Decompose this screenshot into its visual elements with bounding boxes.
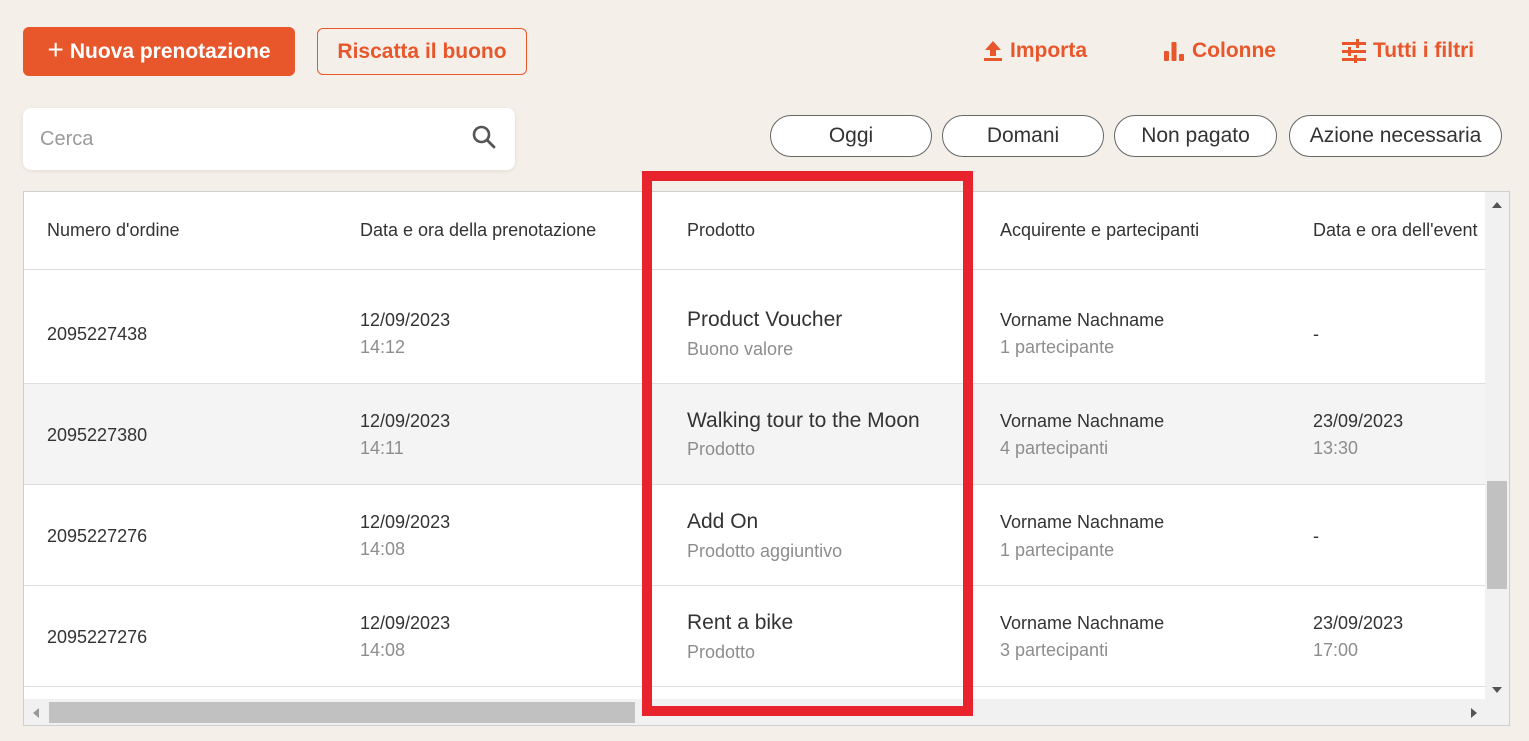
table-header: Numero d'ordine Data e ora della prenota… (24, 192, 1485, 270)
event-date: 23/09/2023 (1313, 411, 1404, 431)
import-button[interactable]: Importa (982, 36, 1087, 66)
booking-time: 14:08 (360, 640, 406, 660)
new-booking-label: Nuova prenotazione (69, 39, 271, 63)
table-row[interactable]: 2095227380 12/09/2023 14:11 Walking tour… (24, 384, 1485, 485)
booking-date: 12/09/2023 (360, 512, 451, 532)
columns-button[interactable]: Colonne (1162, 36, 1276, 66)
redeem-voucher-button[interactable]: Riscatta il buono (317, 28, 527, 75)
event-date: - (1313, 324, 1319, 344)
booking-date: 12/09/2023 (360, 411, 451, 431)
column-header-booking-date[interactable]: Data e ora della prenotazione (360, 220, 596, 241)
search-icon[interactable] (471, 124, 497, 155)
column-header-order-number[interactable]: Numero d'ordine (47, 220, 180, 241)
filter-today-label: Oggi (828, 124, 874, 147)
plus-icon: + (47, 34, 64, 65)
new-booking-button[interactable]: + Nuova prenotazione (23, 27, 295, 76)
product-name: Product Voucher (687, 308, 843, 331)
product-name: Add On (687, 510, 759, 533)
column-header-buyer[interactable]: Acquirente e partecipanti (1000, 220, 1199, 241)
event-time: 13:30 (1313, 438, 1359, 458)
all-filters-label: Tutti i filtri (1373, 39, 1475, 62)
buyer-name: Vorname Nachname (1000, 613, 1165, 633)
product-type: Buono valore (687, 339, 794, 359)
filter-tomorrow[interactable]: Domani (942, 115, 1104, 157)
horizontal-scroll-thumb[interactable] (49, 702, 635, 723)
order-number: 2095227380 (47, 425, 148, 445)
participants-count: 1 partecipante (1000, 540, 1115, 560)
booking-time: 14:11 (360, 438, 404, 458)
filter-tomorrow-label: Domani (986, 124, 1060, 147)
scroll-down-icon[interactable] (1492, 687, 1502, 693)
product-type: Prodotto (687, 439, 756, 459)
column-header-event-date[interactable]: Data e ora dell'event (1313, 220, 1478, 241)
columns-icon (1162, 39, 1186, 63)
table-row[interactable]: 2095227276 12/09/2023 14:08 Add On Prodo… (24, 485, 1485, 586)
participants-count: 4 partecipanti (1000, 438, 1109, 458)
columns-label: Colonne (1192, 39, 1276, 62)
redeem-voucher-label: Riscatta il buono (337, 39, 507, 63)
scrollbar-corner (1485, 699, 1509, 725)
search-box (23, 108, 515, 170)
sliders-icon (1341, 39, 1367, 63)
filter-action-required-label: Azione necessaria (1309, 124, 1482, 147)
buyer-name: Vorname Nachname (1000, 411, 1165, 431)
filter-today[interactable]: Oggi (770, 115, 932, 157)
buyer-name: Vorname Nachname (1000, 512, 1165, 532)
bookings-table: Numero d'ordine Data e ora della prenota… (23, 191, 1510, 726)
filter-unpaid-label: Non pagato (1141, 124, 1250, 147)
booking-time: 14:12 (360, 337, 406, 357)
search-input[interactable] (40, 127, 471, 151)
product-type: Prodotto (687, 642, 756, 662)
event-time: 17:00 (1313, 640, 1359, 660)
participants-count: 1 partecipante (1000, 337, 1115, 357)
product-name: Rent a bike (687, 611, 794, 634)
order-number: 2095227438 (47, 324, 148, 344)
scroll-left-icon[interactable] (33, 708, 39, 718)
buyer-name: Vorname Nachname (1000, 310, 1165, 330)
order-number: 2095227276 (47, 526, 148, 546)
product-name: Walking tour to the Moon (687, 409, 920, 432)
participants-count: 3 partecipanti (1000, 640, 1109, 660)
filter-unpaid[interactable]: Non pagato (1114, 115, 1277, 157)
booking-date: 12/09/2023 (360, 310, 451, 330)
event-date: - (1313, 526, 1319, 546)
bookings-page: + Nuova prenotazione Riscatta il buono I… (0, 0, 1529, 741)
filter-action-required[interactable]: Azione necessaria (1289, 115, 1502, 157)
vertical-scrollbar[interactable] (1485, 192, 1509, 699)
import-label: Importa (1010, 39, 1088, 62)
booking-date: 12/09/2023 (360, 613, 451, 633)
table-row[interactable]: 2095227276 12/09/2023 14:08 Rent a bike … (24, 586, 1485, 687)
scroll-up-icon[interactable] (1492, 202, 1502, 208)
table-row[interactable]: 2095227438 12/09/2023 14:12 Product Vouc… (24, 283, 1485, 384)
order-number: 2095227276 (47, 627, 148, 647)
scroll-right-icon[interactable] (1471, 708, 1477, 718)
horizontal-scrollbar[interactable] (24, 699, 1485, 725)
product-type: Prodotto aggiuntivo (687, 541, 843, 561)
upload-icon (982, 39, 1004, 63)
vertical-scroll-thumb[interactable] (1487, 481, 1507, 589)
all-filters-button[interactable]: Tutti i filtri (1341, 36, 1474, 66)
booking-time: 14:08 (360, 539, 406, 559)
event-date: 23/09/2023 (1313, 613, 1404, 633)
column-header-product[interactable]: Prodotto (687, 220, 755, 241)
table-row-partial (24, 270, 1485, 284)
